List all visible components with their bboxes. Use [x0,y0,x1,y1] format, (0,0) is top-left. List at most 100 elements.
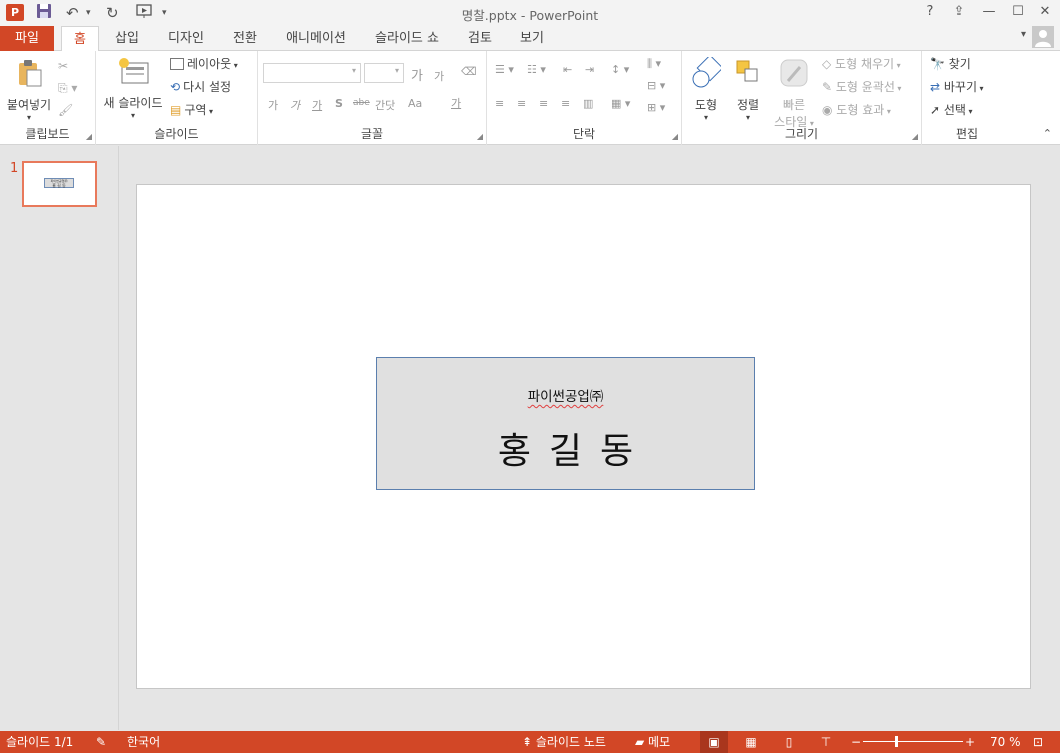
tab-animations[interactable]: 애니메이션 [278,26,354,51]
group-editing: 🔭 찾기 ⇄ 바꾸기 ▾ ➚ 선택 ▾ 편집 [922,51,1012,145]
tab-review[interactable]: 검토 [460,26,500,51]
tab-transitions[interactable]: 전환 [226,26,264,51]
slideshow-view-button[interactable]: ⊤ [812,731,840,753]
normal-view-icon: ▣ [708,735,720,749]
strikethrough-button[interactable]: abe [353,98,370,108]
tab-file[interactable]: 파일 [0,26,54,51]
person-name[interactable]: 홍길동 [377,422,754,474]
new-slide-button[interactable]: 새 슬라이드 ▾ [100,57,166,120]
shape-fill-label: 도형 채우기 [835,57,895,71]
layout-button[interactable]: 레이아웃 ▾ [170,55,238,73]
comments-button[interactable]: ▰ 메모 [635,734,670,750]
font-family-select[interactable]: ▾ [263,63,361,83]
zoom-slider[interactable] [863,741,963,742]
align-text-icon[interactable]: ⊟ ▾ [647,79,665,92]
change-case-button[interactable]: Aa [408,97,422,110]
line-spacing-icon[interactable]: ↕ ▾ [611,63,629,76]
group-drawing-label: 그리기 [784,127,819,141]
window-title: 명찰.pptx - PowerPoint [461,8,599,23]
account-dropdown-icon[interactable]: ▾ [1021,29,1026,40]
zoom-in-button[interactable]: + [965,734,975,750]
arrange-label: 정렬 [736,98,760,112]
tab-design[interactable]: 디자인 [160,26,212,51]
justify-icon[interactable]: ≡ [561,97,570,110]
format-painter-icon[interactable]: 🖌 [58,101,73,119]
shape-effects-button[interactable]: ◉ 도형 효과 ▾ [822,101,891,119]
help-button[interactable]: ? [917,2,943,22]
collapse-ribbon-icon[interactable]: ⌃ [1043,127,1052,140]
quick-styles-icon [770,57,818,92]
quick-styles-button[interactable]: 빠른 스타일 ▾ [770,57,818,130]
text-direction-icon[interactable]: ⫼ ▾ [647,57,661,71]
font-launcher-icon[interactable]: ◢ [477,132,483,141]
distributed-icon[interactable]: ▥ [583,97,593,110]
tab-view[interactable]: 보기 [512,26,552,51]
zoom-level[interactable]: 70 % [990,734,1021,750]
slide-canvas[interactable]: 파이썬공업㈜ 홍길동 [136,184,1031,689]
maximize-button[interactable]: ☐ [1005,2,1031,22]
cut-icon[interactable]: ✂ [58,57,68,75]
tab-insert[interactable]: 삽입 [106,26,148,51]
align-right-icon[interactable]: ≡ [539,97,548,110]
drawing-launcher-icon[interactable]: ◢ [912,132,918,141]
reading-view-button[interactable]: ▯ [775,731,803,753]
layout-icon [170,58,184,70]
align-center-icon[interactable]: ≡ [517,97,526,110]
character-spacing-button[interactable]: 간닷 [375,97,395,113]
clear-formatting-icon[interactable]: ⌫ [461,65,477,78]
minimize-button[interactable]: — [976,2,1002,22]
user-avatar[interactable] [1032,26,1054,48]
copy-icon[interactable]: ⎘ ▾ [58,79,77,97]
bold-button[interactable]: 가 [268,97,278,113]
normal-view-button[interactable]: ▣ [700,731,728,753]
name-card-box[interactable]: 파이썬공업㈜ 홍길동 [376,357,755,490]
shape-outline-button[interactable]: ✎ 도형 윤곽선 ▾ [822,78,901,96]
tab-slideshow[interactable]: 슬라이드 쇼 [366,26,448,51]
fit-slide-icon[interactable]: ⊡ [1033,734,1043,750]
slide-sorter-button[interactable]: ▦ [737,731,765,753]
select-button[interactable]: ➚ 선택 ▾ [930,101,973,119]
close-button[interactable]: ✕ [1032,2,1058,22]
shape-fill-button[interactable]: ◇ 도형 채우기 ▾ [822,55,901,73]
zoom-slider-handle[interactable] [895,736,898,747]
select-label: 선택 [943,103,966,117]
arrange-button[interactable]: 정렬 ▾ [730,57,766,122]
layout-label: 레이아웃 [187,57,232,71]
font-size-select[interactable]: ▾ [364,63,404,83]
tab-home[interactable]: 홈 [61,26,99,52]
thumbnail-card: 파이썬공업㈜ 홍 길 동 [44,178,74,188]
reset-button[interactable]: ⟲ 다시 설정 [170,78,231,96]
clipboard-launcher-icon[interactable]: ◢ [86,132,92,141]
paragraph-launcher-icon[interactable]: ◢ [672,132,678,141]
section-button[interactable]: ▤ 구역 ▾ [170,101,213,119]
company-name[interactable]: 파이썬공업㈜ [377,385,754,405]
bullets-icon[interactable]: ☰ ▾ [495,63,514,76]
shadow-button[interactable]: S [335,97,343,110]
shrink-font-button[interactable]: 가 [434,68,444,84]
zoom-out-button[interactable]: − [851,734,861,750]
find-button[interactable]: 🔭 찾기 [930,55,971,73]
replace-button[interactable]: ⇄ 바꾸기 ▾ [930,78,984,96]
align-left-icon[interactable]: ≡ [495,97,504,110]
ribbon-display-options-button[interactable]: ⇪ [946,2,972,22]
group-slides: 새 슬라이드 ▾ 레이아웃 ▾ ⟲ 다시 설정 ▤ 구역 ▾ 슬라이드 [96,51,258,145]
columns-icon[interactable]: ▦ ▾ [611,97,630,110]
language-indicator[interactable]: 한국어 [127,734,160,750]
font-color-button[interactable]: 가 [451,95,461,111]
slide-editor: 파이썬공업㈜ 홍길동 [120,146,1060,730]
binoculars-icon: 🔭 [930,57,949,71]
decrease-indent-icon[interactable]: ⇤ [563,63,572,76]
paste-button[interactable]: 붙여넣기 ▾ [4,57,54,122]
spelling-check-icon[interactable]: ✎ [96,734,106,750]
smartart-icon[interactable]: ⊞ ▾ [647,101,665,114]
grow-font-button[interactable]: 가 [411,65,423,84]
slide-thumbnail[interactable]: 파이썬공업㈜ 홍 길 동 [22,161,97,207]
italic-button[interactable]: 가 [290,97,300,113]
slide-sorter-icon: ▦ [745,735,757,749]
shapes-button[interactable]: 도형 ▾ [688,54,724,122]
notes-button[interactable]: ⇞ 슬라이드 노트 [522,734,606,750]
numbering-icon[interactable]: ☷ ▾ [527,63,546,76]
increase-indent-icon[interactable]: ⇥ [585,63,594,76]
group-editing-label: 편집 [955,127,979,141]
underline-button[interactable]: 가 [312,97,322,113]
